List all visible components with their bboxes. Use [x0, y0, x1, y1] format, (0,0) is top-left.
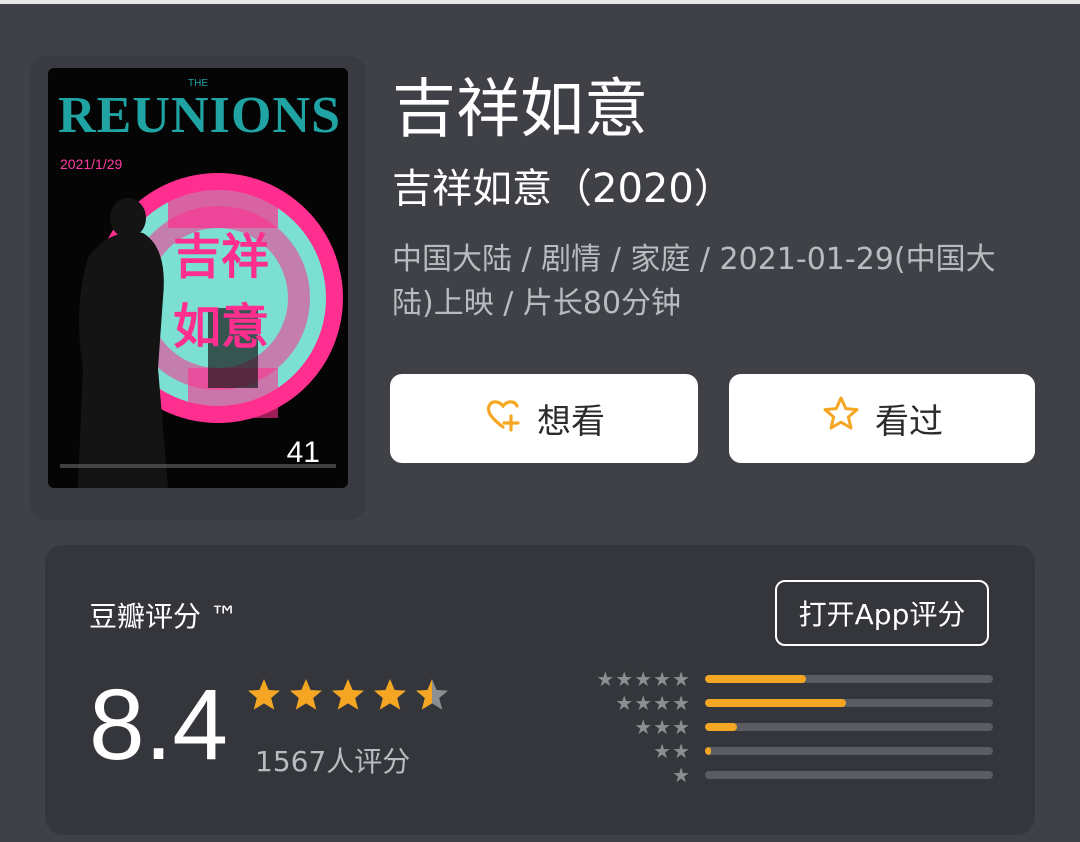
small-star-icon: ★: [615, 691, 634, 715]
small-star-icon: ★: [672, 691, 690, 715]
distribution-row: ★ ★ ★ ★: [585, 691, 995, 715]
rating-score: 8.4: [89, 669, 229, 781]
movie-meta: 中国大陆 / 剧情 / 家庭 / 2021-01-29(中国大陆)上映 / 片长…: [392, 242, 996, 321]
distribution-stars: ★: [672, 765, 690, 785]
distribution-stars: ★ ★ ★: [634, 717, 690, 737]
small-star-icon: ★: [653, 691, 672, 715]
movie-poster[interactable]: 吉祥 如意 THE R E U N I O N S 2021/1/29 41: [48, 68, 348, 488]
small-star-icon: ★: [672, 763, 690, 787]
small-star-icon: ★: [596, 667, 615, 691]
small-star-icon: ★: [672, 667, 690, 691]
svg-text:如意: 如意: [173, 299, 269, 355]
poster-title-letters: R E U N I O N S: [58, 86, 340, 145]
poster-letter: E: [96, 87, 132, 144]
open-app-rate-button[interactable]: 打开App评分: [775, 580, 989, 646]
distribution-row: ★ ★: [585, 739, 995, 763]
distribution-bar-fill: [705, 747, 711, 755]
rating-label: 豆瓣评分 ™: [89, 600, 238, 633]
distribution-bar: [705, 699, 993, 707]
distribution-row: ★ ★ ★: [585, 715, 995, 739]
svg-text:吉祥: 吉祥: [173, 229, 269, 285]
small-star-icon: ★: [615, 667, 634, 691]
rating-count: 1567人评分: [255, 745, 411, 778]
star-filled-icon: [290, 679, 322, 710]
star-half-icon: [416, 679, 448, 710]
poster-letter: N: [272, 87, 311, 144]
poster-letter: U: [132, 87, 170, 144]
watched-button[interactable]: 看过: [729, 374, 1035, 463]
heart-plus-icon: [483, 394, 523, 443]
want-to-watch-label: 想看: [537, 402, 605, 442]
small-star-icon: ★: [653, 667, 672, 691]
distribution-bar-fill: [705, 675, 806, 683]
distribution-bar: [705, 675, 993, 683]
watched-label: 看过: [875, 402, 943, 442]
top-divider: [0, 0, 1080, 4]
poster-letter: S: [311, 87, 340, 144]
distribution-stars: ★ ★ ★ ★ ★: [596, 669, 690, 689]
small-star-icon: ★: [653, 739, 672, 763]
want-to-watch-button[interactable]: 想看: [390, 374, 698, 463]
poster-letter: I: [209, 87, 230, 144]
poster-letter: R: [58, 87, 96, 144]
poster-letter: N: [171, 87, 209, 144]
rating-card: 豆瓣评分 ™ 打开App评分 8.4 1567人评分 ★ ★ ★ ★ ★ ★ ★ ★ ★ ★ ★ ★ ★…: [45, 545, 1035, 835]
rating-stars: [245, 677, 451, 715]
distribution-bar: [705, 747, 993, 755]
distribution-bar-fill: [705, 699, 847, 707]
distribution-bar: [705, 723, 993, 731]
distribution-bar-fill: [705, 723, 737, 731]
star-filled-icon: [332, 679, 364, 710]
star-outline-icon: [821, 394, 861, 443]
small-star-icon: ★: [634, 691, 653, 715]
small-star-icon: ★: [634, 667, 653, 691]
star-filled-icon: [374, 679, 406, 710]
poster-photo-count: 41: [286, 436, 320, 469]
poster-date: 2021/1/29: [60, 156, 123, 172]
movie-subtitle: 吉祥如意（2020）: [392, 166, 734, 212]
small-star-icon: ★: [672, 739, 690, 763]
distribution-row: ★ ★ ★ ★ ★: [585, 667, 995, 691]
small-star-icon: ★: [634, 715, 653, 739]
distribution-stars: ★ ★ ★ ★: [615, 693, 690, 713]
distribution-row: ★: [585, 763, 995, 787]
star-filled-icon: [248, 679, 280, 710]
distribution-stars: ★ ★: [653, 741, 690, 761]
distribution-bar: [705, 771, 993, 779]
poster-letter: O: [230, 87, 272, 144]
movie-title: 吉祥如意: [392, 73, 648, 147]
small-star-icon: ★: [672, 715, 690, 739]
small-star-icon: ★: [653, 715, 672, 739]
